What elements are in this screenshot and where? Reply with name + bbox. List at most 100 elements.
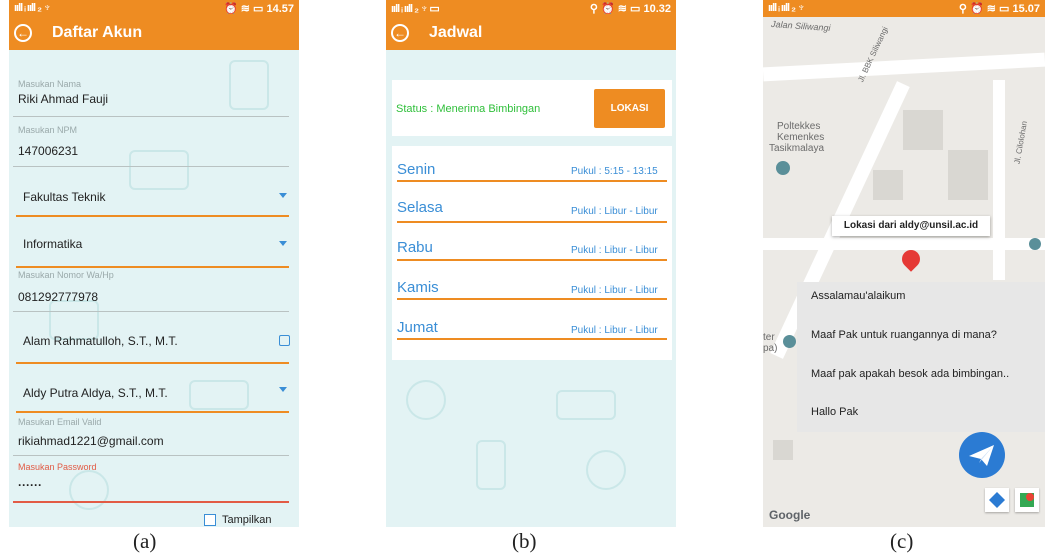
app-bar: ← Jadwal bbox=[386, 17, 676, 50]
decor-icon bbox=[229, 60, 269, 110]
place-label: Poltekkes bbox=[777, 121, 821, 132]
map-building bbox=[903, 110, 943, 150]
map-building bbox=[873, 170, 903, 200]
name-label: Masukan Nama bbox=[18, 79, 82, 89]
screen-map: ııll ᵢ ııll ₂ ♆ ⚲ ⏰ ≋ ▭ 15.07 Jalan Sili… bbox=[763, 0, 1045, 527]
chevron-down-icon[interactable] bbox=[279, 193, 287, 198]
place-label: Kemenkes bbox=[777, 132, 825, 143]
schedule-time: Pukul : Libur - Libur bbox=[571, 245, 658, 256]
marker-info-window: Lokasi dari aldy@unsil.ac.id bbox=[832, 216, 990, 236]
caption: (a) bbox=[133, 529, 157, 553]
back-arrow-icon[interactable]: ← bbox=[391, 24, 409, 42]
program-select[interactable]: Informatika bbox=[23, 237, 82, 251]
app-bar: ← Daftar Akun bbox=[9, 17, 299, 50]
decor-icon bbox=[69, 470, 109, 510]
password-field[interactable]: ······ bbox=[18, 478, 42, 492]
divider bbox=[16, 362, 289, 364]
divider bbox=[13, 311, 289, 312]
phone-field[interactable]: 081292777978 bbox=[18, 290, 98, 304]
advisor1-select[interactable]: Alam Rahmatulloh, S.T., M.T. bbox=[23, 334, 178, 348]
map-pin-icon[interactable] bbox=[898, 246, 924, 272]
divider bbox=[16, 411, 289, 413]
divider bbox=[397, 180, 667, 182]
message-item[interactable]: Assalamau'alaikum bbox=[811, 290, 905, 302]
page-title: Jadwal bbox=[429, 24, 483, 41]
message-item[interactable]: Maaf pak apakah besok ada bimbingan.. bbox=[811, 368, 1009, 380]
open-maps-button[interactable] bbox=[1015, 488, 1039, 512]
divider bbox=[397, 221, 667, 223]
status-bar: ııll ᵢ ııll ₂ ♆ ▭ ⚲ ⏰ ≋ ▭ 10.32 bbox=[386, 0, 676, 17]
email-label: Masukan Email Valid bbox=[18, 417, 102, 427]
map-road bbox=[763, 52, 1045, 82]
divider bbox=[16, 266, 289, 268]
place-label: Tasikmalaya bbox=[769, 143, 825, 154]
faculty-select[interactable]: Fakultas Teknik bbox=[23, 190, 105, 204]
map-road bbox=[993, 80, 1005, 280]
divider bbox=[397, 298, 667, 300]
divider bbox=[16, 215, 289, 217]
password-label: Masukan Password bbox=[18, 462, 97, 472]
back-arrow-icon[interactable]: ← bbox=[14, 24, 32, 42]
signal-icon: ııll ᵢ ııll ₂ ♆ ▭ bbox=[391, 3, 440, 15]
google-maps-icon bbox=[1020, 493, 1034, 507]
schedule-day: Senin bbox=[397, 161, 436, 178]
schedule-day: Kamis bbox=[397, 279, 439, 296]
schedule-day: Selasa bbox=[397, 199, 443, 216]
street-label: Jalan Siliwangi bbox=[770, 18, 831, 34]
caption: (c) bbox=[890, 529, 914, 553]
decor-icon bbox=[556, 390, 616, 420]
directions-button[interactable] bbox=[985, 488, 1009, 512]
map-poi-icon[interactable] bbox=[1029, 238, 1041, 250]
decor-icon bbox=[406, 380, 446, 420]
message-item[interactable]: Maaf Pak untuk ruangannya di mana? bbox=[811, 329, 997, 341]
map-building bbox=[773, 440, 793, 460]
schedule-day: Jumat bbox=[397, 319, 438, 336]
show-password-label: Tampilkan bbox=[222, 514, 272, 526]
schedule-time: Pukul : Libur - Libur bbox=[571, 325, 658, 336]
page-title: Daftar Akun bbox=[52, 24, 143, 41]
npm-label: Masukan NPM bbox=[18, 125, 78, 135]
signal-icon: ııll ᵢ ııll ₂ ♆ bbox=[768, 2, 805, 14]
decor-icon bbox=[476, 440, 506, 490]
email-field[interactable]: rikiahmad1221@gmail.com bbox=[18, 434, 164, 448]
divider bbox=[397, 338, 667, 340]
status-text: Status : Menerima Bimbingan bbox=[396, 103, 541, 115]
schedule-time: Pukul : Libur - Libur bbox=[571, 206, 658, 217]
divider bbox=[13, 116, 289, 117]
schedule-day: Rabu bbox=[397, 239, 433, 256]
schedule-time: Pukul : Libur - Libur bbox=[571, 285, 658, 296]
send-message-button[interactable] bbox=[959, 432, 1005, 478]
google-logo: Google bbox=[769, 508, 811, 522]
status-bar: ııll ᵢ ııll ₂ ♆ ⚲ ⏰ ≋ ▭ 15.07 bbox=[763, 0, 1045, 17]
caption: (b) bbox=[512, 529, 537, 553]
message-item[interactable]: Hallo Pak bbox=[811, 406, 858, 418]
chevron-down-icon[interactable] bbox=[279, 241, 287, 246]
status-bar: ııll ᵢ ııll ₂ ♆ ⏰ ≋ ▭ 14.57 bbox=[9, 0, 299, 17]
message-list: Assalamau'alaikum Maaf Pak untuk ruangan… bbox=[797, 282, 1045, 432]
npm-field[interactable]: 147006231 bbox=[18, 144, 78, 158]
screen-schedule: ııll ᵢ ııll ₂ ♆ ▭ ⚲ ⏰ ≋ ▭ 10.32 ← Jadwal… bbox=[386, 0, 676, 527]
show-password-checkbox[interactable] bbox=[204, 514, 216, 526]
status-right: ⏰ ≋ ▭ 14.57 bbox=[223, 3, 294, 15]
advisor2-select[interactable]: Aldy Putra Aldya, S.T., M.T. bbox=[23, 386, 168, 400]
phone-label: Masukan Nomor Wa/Hp bbox=[18, 270, 114, 280]
map-poi-icon[interactable] bbox=[776, 161, 790, 175]
decor-icon bbox=[586, 450, 626, 490]
name-field[interactable]: Riki Ahmad Fauji bbox=[18, 92, 108, 106]
divider bbox=[397, 259, 667, 261]
signal-icon: ııll ᵢ ııll ₂ ♆ bbox=[14, 2, 51, 14]
divider bbox=[13, 501, 289, 503]
dropdown-icon[interactable] bbox=[279, 335, 290, 346]
status-right: ⚲ ⏰ ≋ ▭ 15.07 bbox=[958, 3, 1040, 15]
location-button[interactable]: LOKASI bbox=[594, 89, 665, 128]
screen-register: ııll ᵢ ııll ₂ ♆ ⏰ ≋ ▭ 14.57 ← Daftar Aku… bbox=[9, 0, 299, 527]
schedule-time: Pukul : 5:15 - 13:15 bbox=[571, 166, 658, 177]
divider bbox=[13, 455, 289, 456]
map-poi-icon[interactable] bbox=[783, 335, 796, 348]
divider bbox=[13, 166, 289, 167]
decor-icon bbox=[129, 150, 189, 190]
status-right: ⚲ ⏰ ≋ ▭ 10.32 bbox=[589, 3, 671, 15]
paper-plane-icon bbox=[969, 445, 994, 466]
chevron-down-icon[interactable] bbox=[279, 387, 287, 392]
map-building bbox=[948, 150, 988, 200]
